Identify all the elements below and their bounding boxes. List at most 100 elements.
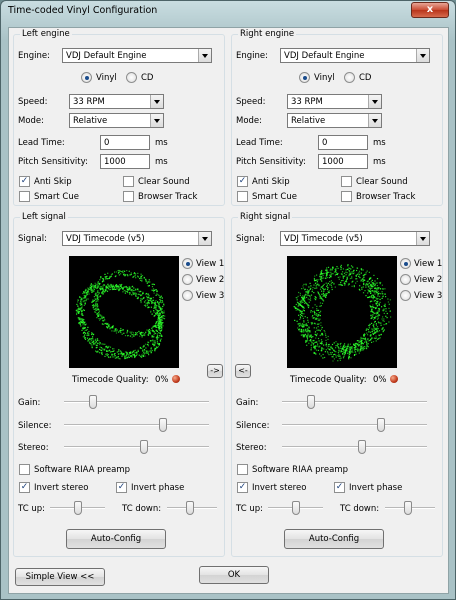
smart-cue-checkbox[interactable] [19,191,30,202]
dialog-client-area: Left engine Engine: VDJ Default Engine V… [8,27,449,594]
left-engine-group: Left engine Engine: VDJ Default Engine V… [13,29,225,206]
slider-thumb[interactable] [403,501,412,515]
tc-down-slider[interactable] [385,501,435,515]
riaa-checkbox[interactable] [237,464,248,475]
vinyl-radio[interactable] [81,72,92,83]
slider-thumb[interactable] [73,501,82,515]
anti-skip-checkbox[interactable]: ✓ [237,176,248,187]
lead-time-unit: ms [155,138,168,148]
anti-skip-label: Anti Skip [252,177,290,187]
riaa-label: Software RIAA preamp [34,465,130,475]
chevron-down-icon [416,49,429,62]
signal-group-title: Left signal [20,212,68,222]
engine-select[interactable]: VDJ Default Engine [62,48,212,63]
pitch-sensitivity-input[interactable]: 1000 [318,154,368,169]
scope-trace [75,269,166,360]
signal-select[interactable]: VDJ Timecode (v5) [62,231,212,246]
view-3-radio[interactable] [182,290,193,301]
view-2-radio[interactable] [182,274,193,285]
browser-track-label: Browser Track [356,192,416,202]
speed-label: Speed: [236,97,266,107]
right-signal-group: Right signal Signal: VDJ Timecode (v5) V… [231,212,443,557]
cd-radio[interactable] [126,72,137,83]
pitch-sensitivity-label: Pitch Sensitivity: [236,157,306,167]
clear-sound-checkbox[interactable] [123,176,134,187]
slider-track [282,446,427,448]
engine-select[interactable]: VDJ Default Engine [280,48,430,63]
mode-label: Mode: [236,116,263,126]
simple-view-button[interactable]: Simple View << [15,568,105,586]
lead-time-input[interactable]: 0 [318,135,368,150]
copy-left-to-right-button[interactable]: -> [207,364,223,378]
gain-slider[interactable] [282,395,427,409]
view-2-radio[interactable] [400,274,411,285]
engine-select-value: VDJ Default Engine [66,51,147,61]
slider-thumb[interactable] [307,395,315,409]
browser-track-checkbox[interactable] [123,191,134,202]
invert-phase-checkbox[interactable]: ✓ [334,482,345,493]
slider-track [64,424,209,426]
ok-button[interactable]: OK [199,566,269,584]
mode-select[interactable]: Relative [69,113,164,128]
right-engine-group: Right engine Engine: VDJ Default Engine … [231,29,443,206]
vinyl-radio[interactable] [299,72,310,83]
view-3-radio[interactable] [400,290,411,301]
slider-thumb[interactable] [185,501,194,515]
stereo-slider[interactable] [64,440,209,454]
view-1-label: View 1 [414,259,443,269]
gain-label: Gain: [18,398,41,408]
riaa-checkbox[interactable] [19,464,30,475]
browser-track-checkbox[interactable] [341,191,352,202]
tc-down-label: TC down: [340,504,380,514]
invert-stereo-label: Invert stereo [252,483,307,493]
browser-track-label: Browser Track [138,192,198,202]
chevron-down-icon [368,95,381,108]
engine-label: Engine: [236,51,268,61]
slider-thumb[interactable] [89,395,97,409]
vinyl-label: Vinyl [314,73,335,83]
lead-time-input[interactable]: 0 [100,135,150,150]
tc-up-slider[interactable] [50,501,105,515]
silence-slider[interactable] [64,418,209,432]
auto-config-button[interactable]: Auto-Config [66,529,166,549]
gain-slider[interactable] [64,395,209,409]
silence-label: Silence: [18,421,52,431]
smart-cue-checkbox[interactable] [237,191,248,202]
copy-right-to-left-button[interactable]: <- [235,364,251,378]
anti-skip-checkbox[interactable]: ✓ [19,176,30,187]
slider-thumb[interactable] [139,440,148,454]
mode-select[interactable]: Relative [287,113,382,128]
view-1-radio[interactable] [400,258,411,269]
speed-select[interactable]: 33 RPM [287,94,382,109]
silence-slider[interactable] [282,418,427,432]
engine-group-title: Right engine [238,29,297,39]
tc-up-slider[interactable] [268,501,323,515]
view-3-label: View 3 [414,291,443,301]
mode-label: Mode: [18,116,45,126]
close-button[interactable]: x [411,2,449,18]
auto-config-button[interactable]: Auto-Config [284,529,384,549]
invert-stereo-checkbox[interactable]: ✓ [19,482,30,493]
tc-down-slider[interactable] [167,501,217,515]
view-1-radio[interactable] [182,258,193,269]
timecode-scope [69,256,179,368]
timecode-quality-value: 0% [373,375,387,385]
pitch-sensitivity-input[interactable]: 1000 [100,154,150,169]
timecode-quality-label: Timecode Quality: [290,375,367,385]
title-bar[interactable]: Time-coded Vinyl Configuration x [1,1,455,21]
stereo-slider[interactable] [282,440,427,454]
slider-thumb[interactable] [291,501,300,515]
clear-sound-checkbox[interactable] [341,176,352,187]
speed-select[interactable]: 33 RPM [69,94,164,109]
signal-select[interactable]: VDJ Timecode (v5) [280,231,430,246]
slider-thumb[interactable] [357,440,366,454]
slider-thumb[interactable] [158,418,167,432]
cd-radio[interactable] [344,72,355,83]
slider-thumb[interactable] [376,418,385,432]
invert-phase-checkbox[interactable]: ✓ [116,482,127,493]
engine-group-title: Left engine [20,29,72,39]
anti-skip-label: Anti Skip [34,177,72,187]
invert-stereo-checkbox[interactable]: ✓ [237,482,248,493]
signal-label: Signal: [18,234,47,244]
lead-time-label: Lead Time: [18,138,65,148]
